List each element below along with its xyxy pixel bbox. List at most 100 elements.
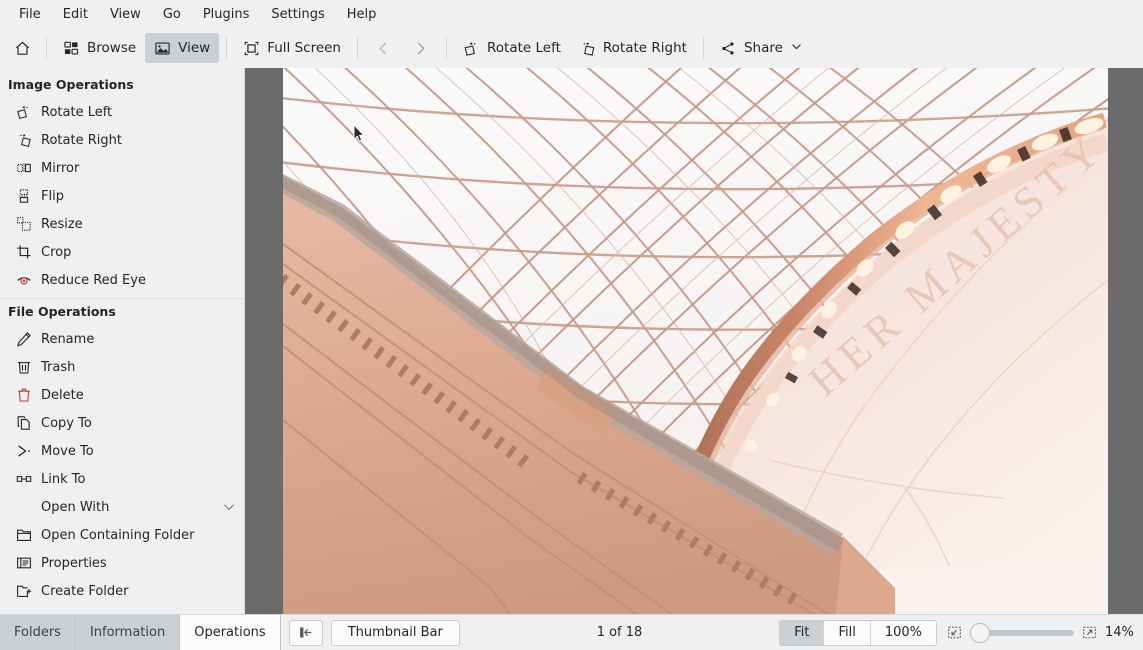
- rotate-right-icon: [16, 132, 32, 148]
- sidebar-item-label: Resize: [41, 217, 236, 232]
- folder-new-icon: [16, 583, 32, 599]
- zoom-fill-button[interactable]: Fill: [824, 621, 870, 645]
- rotate-left-icon: [16, 104, 32, 120]
- sidebar-item-delete[interactable]: Delete: [0, 381, 244, 409]
- sidebar-item-open-with[interactable]: Open With: [0, 493, 244, 521]
- pencil-icon: [16, 331, 32, 347]
- status-bar: Folders Information Operations Thumbnail…: [0, 614, 1143, 650]
- displayed-image[interactable]: HER MAJESTY QUEEN: [283, 68, 1108, 614]
- sidebar-item-label: Mirror: [41, 161, 236, 176]
- image-counter: 1 of 18: [460, 625, 779, 640]
- sidebar-item-create-folder[interactable]: Create Folder: [0, 577, 244, 605]
- sidebar-item-label: Copy To: [41, 416, 236, 431]
- image-viewer[interactable]: HER MAJESTY QUEEN: [245, 68, 1143, 614]
- home-icon: [14, 40, 31, 57]
- previous-button[interactable]: [365, 33, 402, 63]
- main-body: Image Operations Rotate Left: [0, 68, 1143, 614]
- trash-icon: [16, 359, 32, 375]
- zoom-percentage: 14%: [1105, 625, 1137, 640]
- sidebar-item-label: Create Folder: [41, 584, 236, 599]
- sidebar-item-label: Rename: [41, 332, 236, 347]
- fullscreen-label: Full Screen: [267, 40, 341, 56]
- home-button[interactable]: [6, 33, 39, 63]
- share-icon: [720, 40, 737, 57]
- rotate-right-label: Rotate Right: [603, 40, 687, 56]
- zoom-100-button[interactable]: 100%: [871, 621, 936, 645]
- sidebar-item-label: Properties: [41, 556, 236, 571]
- sidebar-item-label: Link To: [41, 472, 236, 487]
- tab-folders[interactable]: Folders: [0, 615, 76, 650]
- menu-plugins[interactable]: Plugins: [192, 4, 261, 25]
- copy-icon: [16, 415, 32, 431]
- sidebar-item-resize[interactable]: Resize: [0, 210, 244, 238]
- rotate-left-icon: [463, 40, 480, 57]
- fullscreen-icon: [243, 40, 260, 57]
- menu-settings[interactable]: Settings: [260, 4, 335, 25]
- sidebar-item-rotate-right[interactable]: Rotate Right: [0, 126, 244, 154]
- zoom-slider[interactable]: [970, 622, 1074, 644]
- menu-bar: File Edit View Go Plugins Settings Help: [0, 0, 1143, 28]
- sidebar-item-copy-to[interactable]: Copy To: [0, 409, 244, 437]
- toolbar-separator-4: [446, 37, 447, 59]
- sidebar-toggle-button[interactable]: [289, 620, 323, 646]
- toolbar-separator-3: [357, 37, 358, 59]
- sidebar-item-link-to[interactable]: Link To: [0, 465, 244, 493]
- sidebar-item-properties[interactable]: Properties: [0, 549, 244, 577]
- zoom-expand-icon[interactable]: [1082, 625, 1097, 640]
- sidebar-item-label: Move To: [41, 444, 236, 459]
- properties-icon: [16, 555, 32, 571]
- zoom-fit-icon[interactable]: [947, 625, 962, 640]
- zoom-slider-handle[interactable]: [970, 623, 990, 643]
- sidebar-item-label: Flip: [41, 189, 236, 204]
- red-eye-icon: [16, 272, 32, 288]
- chevron-down-icon: [790, 40, 803, 57]
- sidebar-item-label: Open Containing Folder: [41, 528, 236, 543]
- sidebar-item-move-to[interactable]: Move To: [0, 437, 244, 465]
- toolbar-separator-5: [703, 37, 704, 59]
- share-label: Share: [744, 40, 783, 56]
- sidebar-item-mirror[interactable]: Mirror: [0, 154, 244, 182]
- chevron-left-icon: [375, 40, 392, 57]
- sidebar-item-rotate-left[interactable]: Rotate Left: [0, 98, 244, 126]
- rotate-left-button[interactable]: Rotate Left: [454, 33, 570, 63]
- share-button[interactable]: Share: [711, 33, 812, 63]
- sidebar-item-rename[interactable]: Rename: [0, 325, 244, 353]
- sidebar-item-label: Rotate Left: [41, 105, 236, 120]
- sidebar-item-open-containing-folder[interactable]: Open Containing Folder: [0, 521, 244, 549]
- toolbar-separator-2: [226, 37, 227, 59]
- rotate-right-button[interactable]: Rotate Right: [570, 33, 696, 63]
- operations-sidebar: Image Operations Rotate Left: [0, 68, 245, 614]
- sidebar-item-label: Delete: [41, 388, 236, 403]
- sidebar-item-label: Rotate Right: [41, 133, 236, 148]
- folder-open-icon: [16, 527, 32, 543]
- menu-go[interactable]: Go: [152, 4, 192, 25]
- sidebar-item-crop[interactable]: Crop: [0, 238, 244, 266]
- browse-label: Browse: [87, 40, 136, 56]
- menu-edit[interactable]: Edit: [52, 4, 99, 25]
- british-museum-great-court-photo: HER MAJESTY QUEEN: [283, 68, 1108, 614]
- tab-information[interactable]: Information: [76, 615, 180, 650]
- panel-tabs: Folders Information Operations: [0, 615, 281, 650]
- application-window: File Edit View Go Plugins Settings Help: [0, 0, 1143, 650]
- menu-view[interactable]: View: [99, 4, 152, 25]
- link-icon: [16, 471, 32, 487]
- zoom-fit-button[interactable]: Fit: [780, 621, 824, 645]
- menu-help[interactable]: Help: [336, 4, 388, 25]
- tab-operations[interactable]: Operations: [180, 615, 280, 650]
- sidebar-item-trash[interactable]: Trash: [0, 353, 244, 381]
- sidebar-item-label: Reduce Red Eye: [41, 273, 236, 288]
- delete-icon: [16, 387, 32, 403]
- sidebar-item-reduce-red-eye[interactable]: Reduce Red Eye: [0, 266, 244, 294]
- fullscreen-button[interactable]: Full Screen: [234, 33, 350, 63]
- browse-button[interactable]: Browse: [54, 33, 145, 63]
- view-button[interactable]: View: [145, 33, 219, 63]
- view-icon: [154, 40, 171, 57]
- menu-file[interactable]: File: [8, 4, 52, 25]
- rotate-left-label: Rotate Left: [487, 40, 561, 56]
- thumbnail-bar-button[interactable]: Thumbnail Bar: [331, 620, 460, 646]
- collapse-panel-icon: [298, 625, 313, 640]
- sidebar-item-flip[interactable]: Flip: [0, 182, 244, 210]
- next-button[interactable]: [402, 33, 439, 63]
- mirror-icon: [16, 160, 32, 176]
- move-icon: [16, 443, 32, 459]
